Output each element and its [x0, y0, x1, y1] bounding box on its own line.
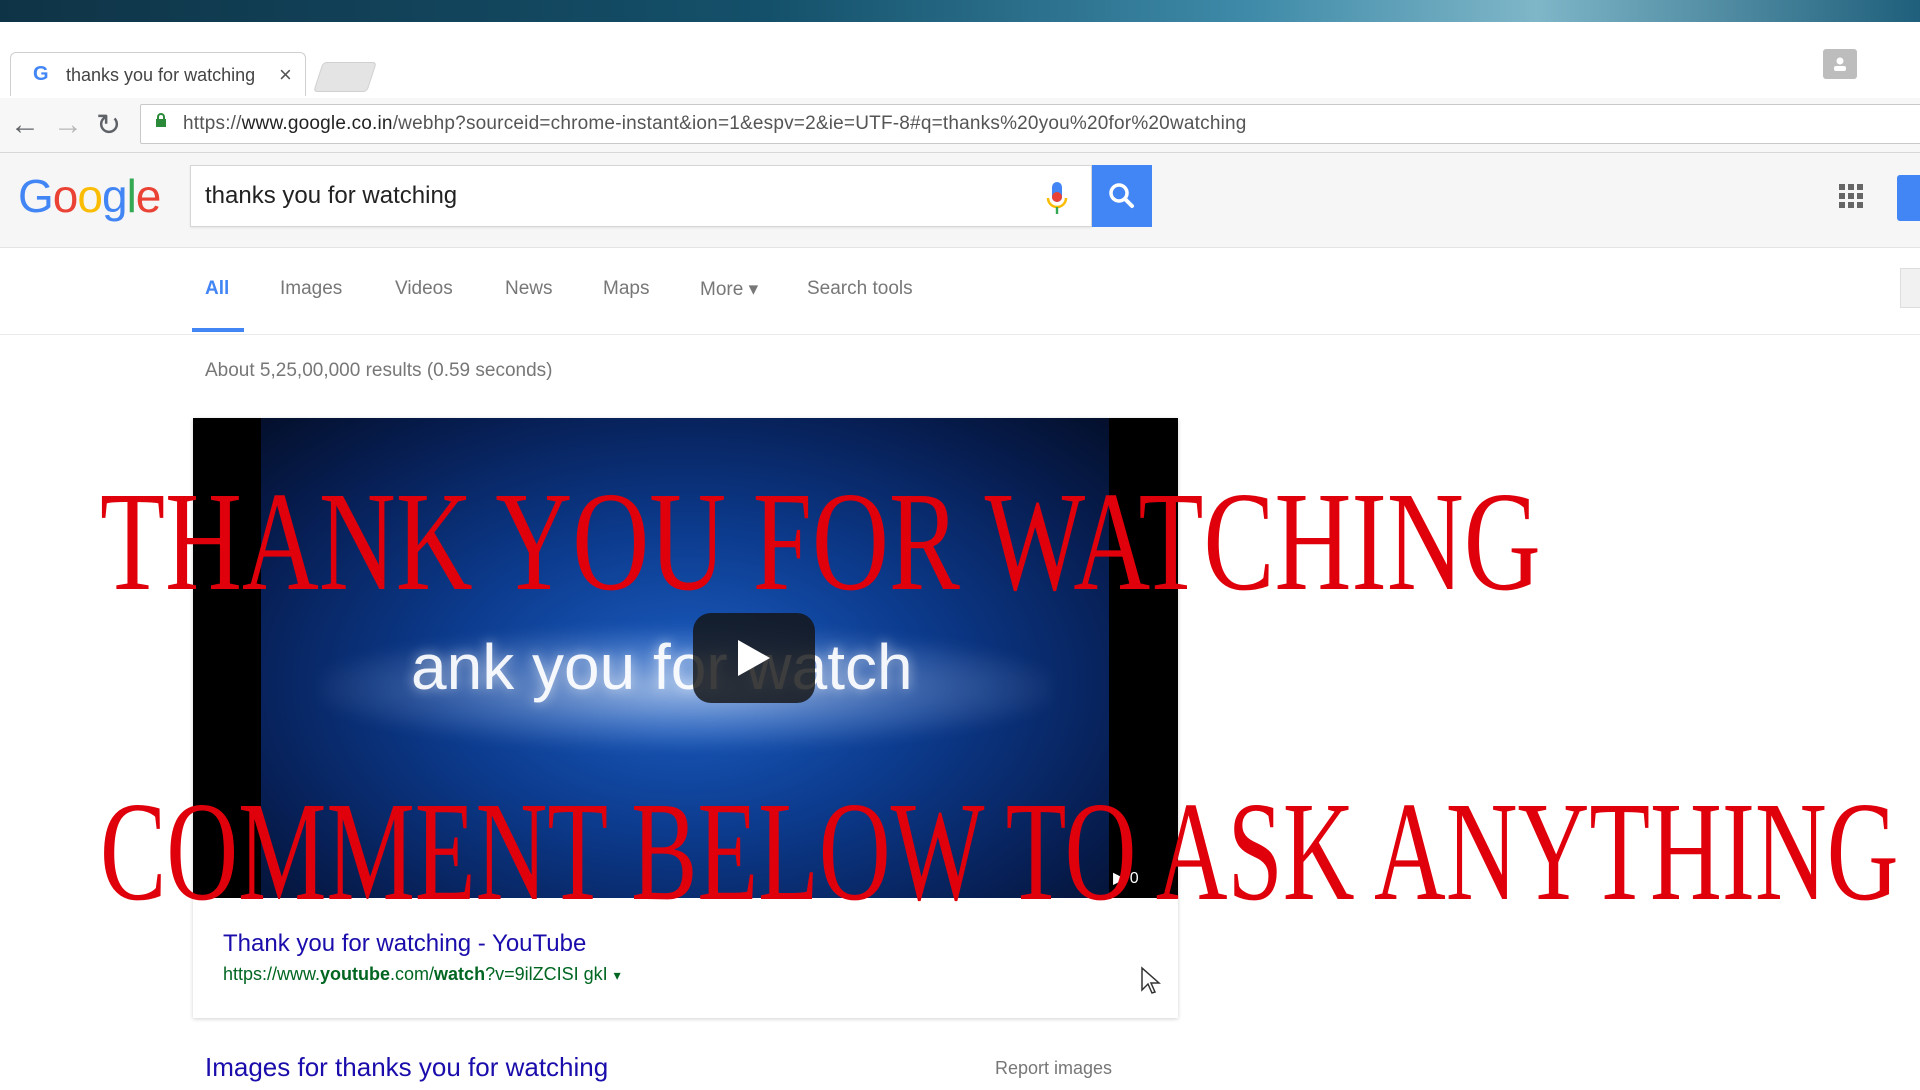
url-watch-bold: watch: [434, 964, 486, 984]
settings-button[interactable]: [1900, 268, 1920, 308]
report-images-link[interactable]: Report images: [995, 1058, 1112, 1079]
search-icon: [1109, 183, 1134, 208]
url-suffix: ?v=9ilZCISI gkI: [485, 964, 608, 984]
overlay-caption-line1: THANK YOU FOR WATCHING: [100, 462, 1541, 620]
url-mid: .com/: [390, 964, 435, 984]
lock-icon: [156, 113, 166, 127]
url-host: www.google.co.in: [241, 113, 393, 134]
url-path: /webhp?sourceid=chrome-instant&ion=1&esp…: [392, 113, 1247, 134]
search-button[interactable]: [1092, 165, 1152, 227]
mouse-cursor-icon: [1141, 966, 1161, 994]
url-scheme: https://: [183, 113, 242, 134]
tab-more[interactable]: More ▾: [700, 278, 758, 301]
logo-letter: o: [52, 170, 79, 222]
logo-letter: e: [135, 170, 162, 222]
tab-title: thanks you for watching: [66, 65, 256, 85]
search-input[interactable]: thanks you for watching: [190, 165, 1092, 227]
apps-grid-icon[interactable]: [1838, 183, 1864, 209]
close-tab-icon[interactable]: ×: [279, 62, 292, 88]
desktop-strip: [0, 0, 1920, 22]
google-header: Google thanks you for watching: [0, 153, 1920, 248]
browser-tab[interactable]: G thanks you for watching ×: [10, 52, 306, 96]
address-bar[interactable]: https://www.google.co.in/webhp?sourceid=…: [140, 104, 1920, 144]
chevron-down-icon[interactable]: ▾: [614, 967, 621, 983]
microphone-icon[interactable]: [1043, 178, 1071, 218]
reload-icon[interactable]: ↻: [96, 108, 121, 143]
tab-search-tools[interactable]: Search tools: [807, 278, 913, 300]
tab-news[interactable]: News: [505, 278, 553, 300]
google-favicon-icon: G: [33, 63, 49, 85]
forward-arrow-icon[interactable]: →: [53, 108, 83, 142]
logo-letter: g: [101, 170, 128, 222]
active-tab-indicator: [192, 328, 244, 332]
search-tabs: All Images Videos News Maps More ▾ Searc…: [0, 248, 1920, 335]
result-title-link[interactable]: Thank you for watching - YouTube: [223, 930, 586, 958]
logo-letter: l: [126, 170, 137, 222]
profile-icon[interactable]: [1823, 49, 1857, 79]
url-prefix: https://www.: [223, 964, 321, 984]
tab-maps[interactable]: Maps: [603, 278, 649, 300]
overlay-caption-line2: COMMENT BELOW TO ASK ANYTHING: [100, 772, 1899, 930]
new-tab-button[interactable]: [313, 62, 377, 92]
images-section-heading[interactable]: Images for thanks you for watching: [205, 1052, 608, 1083]
sign-in-button[interactable]: [1897, 175, 1920, 221]
search-query: thanks you for watching: [205, 182, 458, 209]
play-icon: [738, 640, 770, 676]
browser-toolbar: ← → ↻ https://www.google.co.in/webhp?sou…: [0, 98, 1920, 153]
google-logo[interactable]: Google: [18, 169, 162, 223]
play-button[interactable]: [693, 613, 815, 703]
logo-letter: o: [77, 170, 103, 222]
tab-bar: G thanks you for watching ×: [0, 22, 1920, 97]
tab-all[interactable]: All: [205, 278, 229, 300]
url-domain-bold: youtube: [320, 964, 391, 984]
result-url: https://www.youtube.com/watch?v=9ilZCISI…: [223, 964, 621, 985]
video-thumbnail-text: ank you for watch: [411, 631, 913, 703]
tab-images[interactable]: Images: [280, 278, 342, 300]
results-stats: About 5,25,00,000 results (0.59 seconds): [205, 360, 553, 381]
logo-letter: G: [18, 170, 54, 222]
back-arrow-icon[interactable]: ←: [10, 108, 40, 142]
tab-videos[interactable]: Videos: [395, 278, 453, 300]
url-text: https://www.google.co.in/webhp?sourceid=…: [183, 113, 1247, 135]
